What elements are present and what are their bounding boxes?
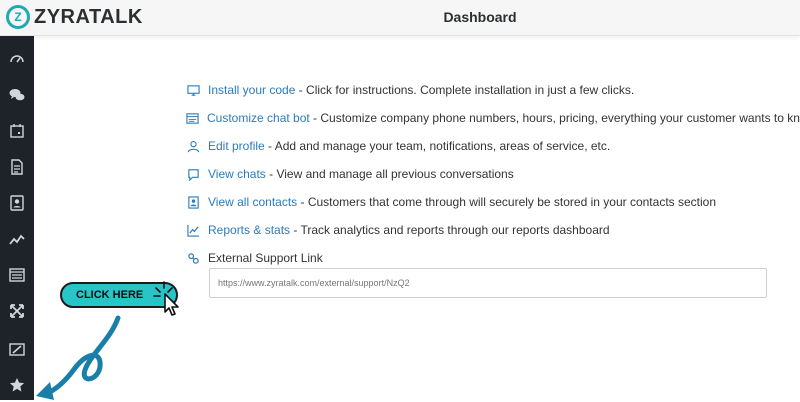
chart-icon bbox=[186, 223, 200, 237]
view-chats-link[interactable]: View chats bbox=[208, 167, 266, 181]
contact-card-icon bbox=[10, 195, 24, 211]
speedometer-icon bbox=[10, 55, 24, 63]
click-here-button[interactable]: CLICK HERE bbox=[60, 282, 178, 308]
reports-stats-description: - Track analytics and reports through ou… bbox=[290, 223, 610, 237]
link-row-profile: Edit profile - Add and manage your team,… bbox=[186, 132, 786, 160]
customize-chatbot-link[interactable]: Customize chat bot bbox=[207, 111, 310, 125]
link-icon bbox=[186, 251, 200, 265]
monitor-icon bbox=[186, 83, 200, 97]
view-chats-description: - View and manage all previous conversat… bbox=[265, 167, 514, 181]
link-row-chats: View chats - View and manage all previou… bbox=[186, 160, 786, 188]
customize-chatbot-description: - Customize company phone numbers, hours… bbox=[309, 111, 800, 125]
list-window-icon bbox=[9, 268, 25, 282]
external-support-link-field[interactable] bbox=[209, 268, 767, 298]
sidebar-item-chats[interactable] bbox=[0, 78, 34, 112]
document-icon bbox=[11, 159, 23, 175]
external-support-label: External Support Link bbox=[208, 251, 323, 265]
sidebar-item-documents[interactable] bbox=[0, 150, 34, 184]
install-code-description: - Click for instructions. Complete insta… bbox=[295, 83, 635, 97]
window-edit-icon bbox=[9, 343, 25, 356]
view-contacts-link[interactable]: View all contacts bbox=[208, 195, 297, 209]
chat-bubbles-icon bbox=[9, 89, 25, 101]
install-code-link[interactable]: Install your code bbox=[208, 83, 295, 97]
sidebar-item-list[interactable] bbox=[0, 258, 34, 292]
sidebar-item-expand[interactable] bbox=[0, 294, 34, 328]
edit-profile-description: - Add and manage your team, notification… bbox=[264, 139, 611, 153]
link-row-contacts: View all contacts - Customers that come … bbox=[186, 188, 786, 216]
sidebar bbox=[0, 36, 34, 400]
curly-arrow-graphic bbox=[36, 315, 121, 400]
calendar-icon bbox=[10, 124, 24, 138]
expand-arrows-icon bbox=[10, 304, 24, 318]
edit-profile-link[interactable]: Edit profile bbox=[208, 139, 265, 153]
sidebar-item-edit[interactable] bbox=[0, 332, 34, 366]
sidebar-item-favorites[interactable] bbox=[0, 368, 34, 402]
trend-line-icon bbox=[9, 234, 25, 245]
star-icon bbox=[9, 378, 25, 392]
chat-window-icon bbox=[186, 167, 200, 181]
link-row-reports: Reports & stats - Track analytics and re… bbox=[186, 216, 786, 244]
contact-book-icon bbox=[186, 195, 200, 209]
reports-stats-link[interactable]: Reports & stats bbox=[208, 223, 290, 237]
top-bar: Z ZYRATALK Dashboard bbox=[0, 0, 800, 36]
link-row-chatbot: Customize chat bot - Customize company p… bbox=[186, 104, 800, 132]
sidebar-item-reports[interactable] bbox=[0, 222, 34, 256]
chatbot-card-icon bbox=[186, 111, 199, 125]
sidebar-item-contacts[interactable] bbox=[0, 186, 34, 220]
sidebar-item-calendar[interactable] bbox=[0, 114, 34, 148]
quick-links: Install your code - Click for instructio… bbox=[186, 76, 800, 272]
view-contacts-description: - Customers that come through will secur… bbox=[297, 195, 717, 209]
click-here-label: CLICK HERE bbox=[76, 289, 144, 301]
page-title: Dashboard bbox=[443, 9, 517, 25]
sidebar-item-dashboard[interactable] bbox=[0, 42, 34, 76]
user-icon bbox=[186, 139, 200, 153]
link-row-install: Install your code - Click for instructio… bbox=[186, 76, 786, 104]
